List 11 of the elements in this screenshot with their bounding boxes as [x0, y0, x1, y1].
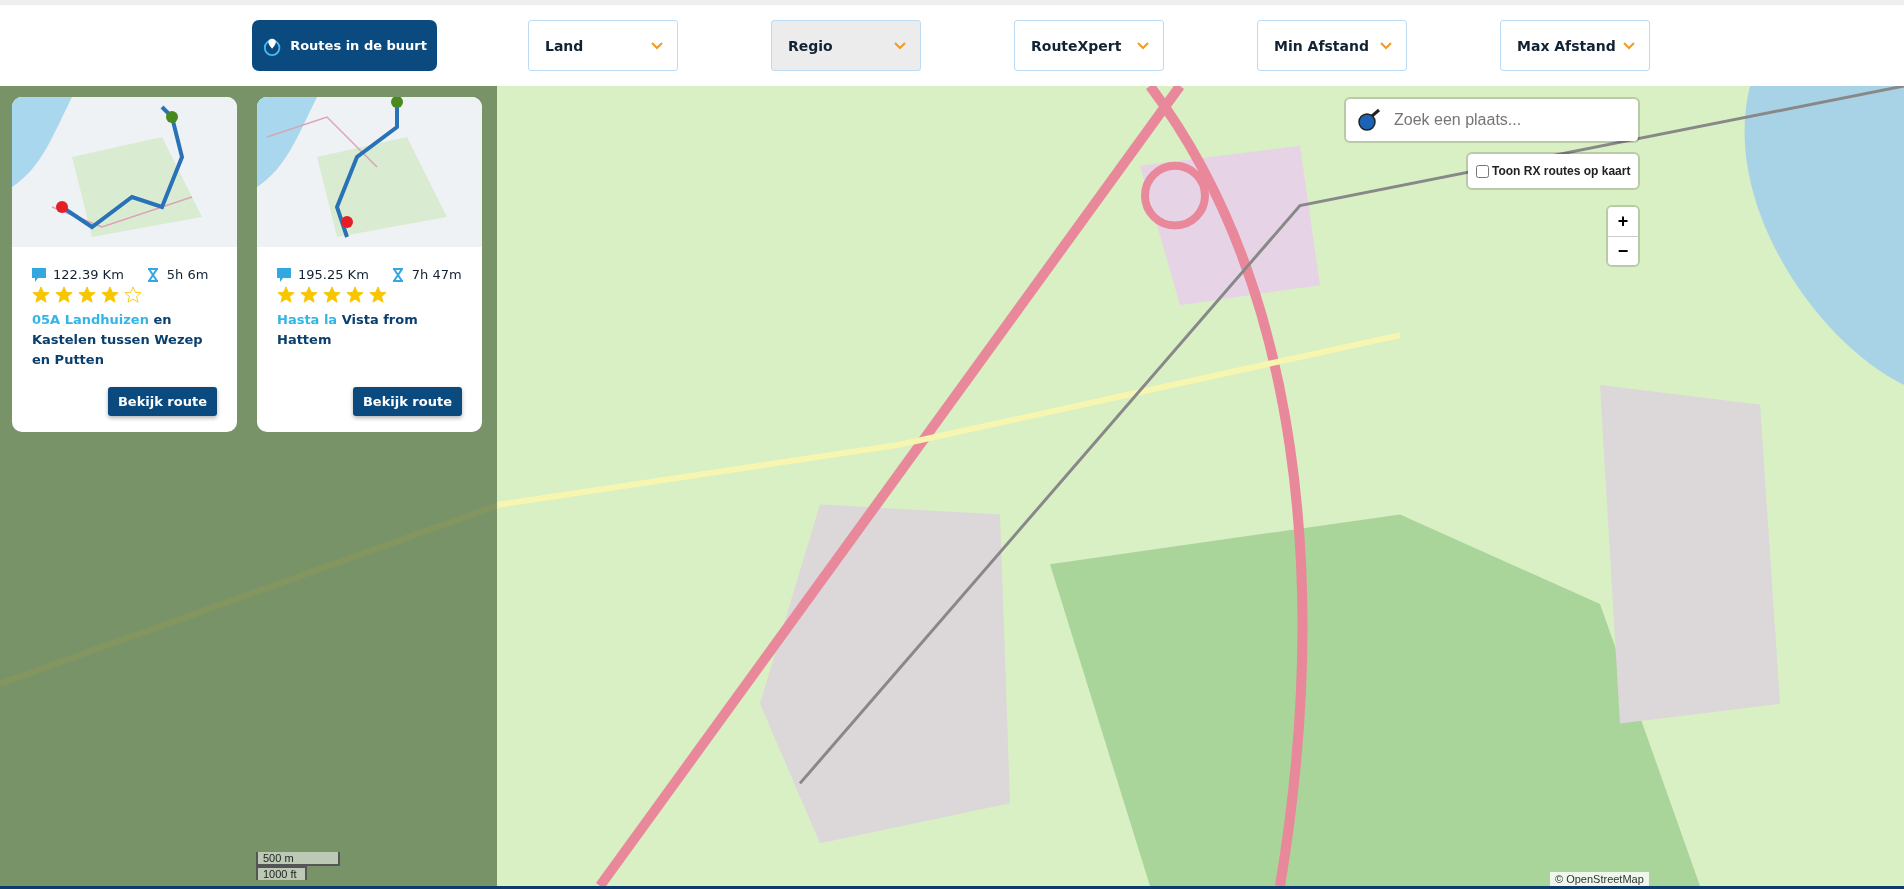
chevron-down-icon: [1137, 41, 1149, 50]
filter-dropdown[interactable]: RouteXpert: [1014, 20, 1164, 71]
nearby-routes-button[interactable]: Routes in de buurt: [252, 20, 437, 71]
chevron-down-icon: [1623, 41, 1635, 50]
filter-dropdown[interactable]: Min Afstand: [1257, 20, 1407, 71]
filter-dropdown[interactable]: Regio: [771, 20, 921, 71]
chevron-down-icon: [651, 41, 663, 50]
filter-dropdown[interactable]: Max Afstand: [1500, 20, 1650, 71]
chevron-down-icon: [1380, 41, 1392, 50]
filter-dropdown[interactable]: Land: [528, 20, 678, 71]
chevron-down-icon: [894, 41, 906, 50]
